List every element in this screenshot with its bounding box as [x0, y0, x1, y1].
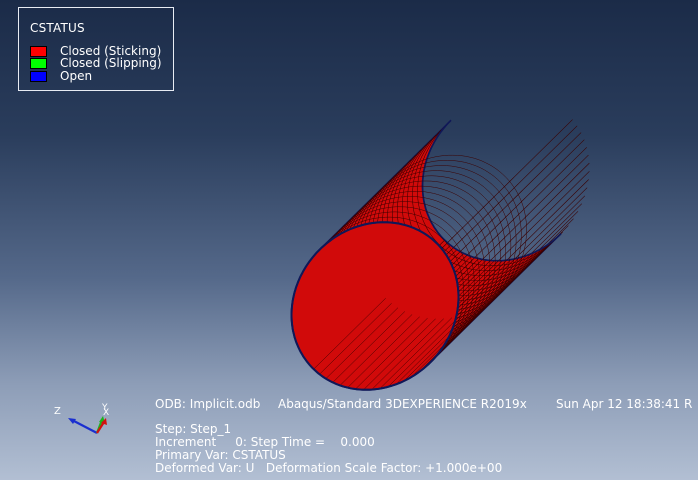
- cylinder-mesh[interactable]: [290, 119, 590, 391]
- x-axis-label: X: [103, 408, 109, 418]
- deformed-variable: Deformed Var: U Deformation Scale Factor…: [155, 461, 503, 475]
- solver-version: Abaqus/Standard 3DEXPERIENCE R2019x: [278, 397, 527, 411]
- z-axis-label: Z: [54, 406, 61, 417]
- front-opening: [290, 221, 460, 391]
- z-axis-line: [71, 419, 98, 434]
- axis-triad: Z Y X: [54, 403, 109, 434]
- odb-name: ODB: Implicit.odb: [155, 397, 261, 411]
- inner-mesh-line: [446, 183, 519, 256]
- timestamp: Sun Apr 12 18:38:41 R: [556, 397, 693, 411]
